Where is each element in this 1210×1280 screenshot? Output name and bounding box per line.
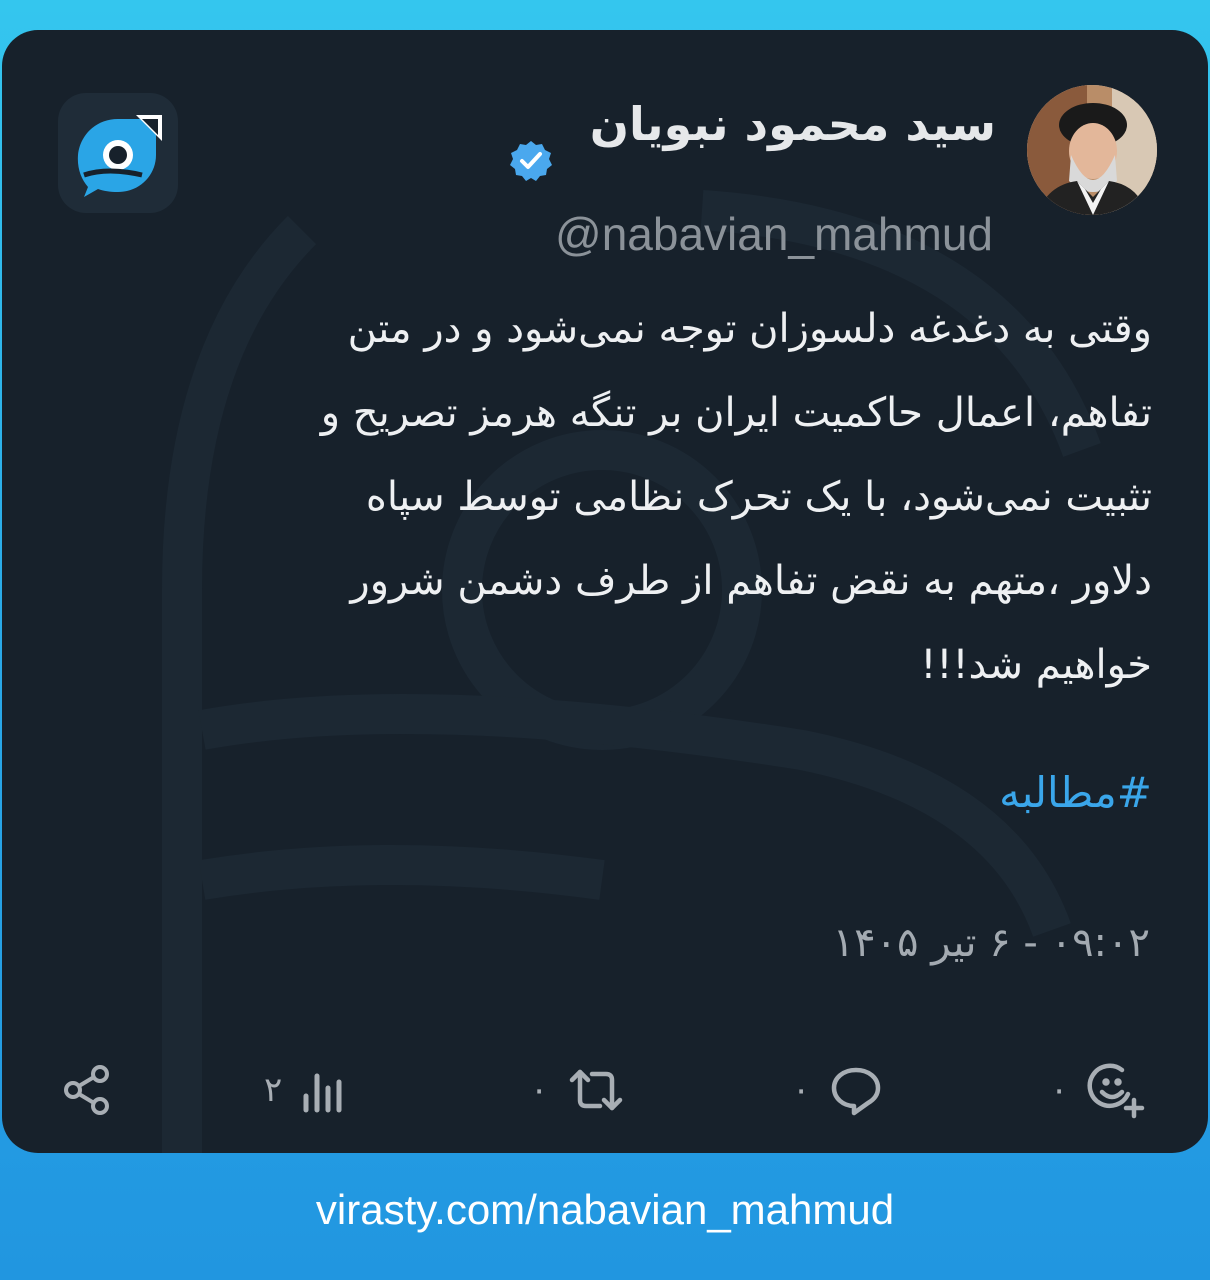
author-handle[interactable]: @nabavian_mahmud <box>555 204 993 264</box>
action-bar: ۲ ۰ ۰ ۰ <box>2 1050 1208 1130</box>
repost-button[interactable]: ۰ <box>530 1050 626 1130</box>
react-count: ۰ <box>1050 1070 1069 1110</box>
hashtag-link[interactable]: #مطالبه <box>999 757 1152 829</box>
share-button[interactable] <box>62 1050 114 1130</box>
share-icon <box>64 1065 109 1115</box>
post-timestamp: ۰۹:۰۲ - ۶ تیر ۱۴۰۵ <box>832 920 1150 966</box>
avatar[interactable] <box>1027 85 1157 215</box>
repost-icon <box>570 1069 623 1111</box>
add-reaction-icon <box>1087 1063 1145 1119</box>
views-count: ۲ <box>264 1070 283 1110</box>
verified-badge-icon <box>510 141 552 181</box>
repost-count: ۰ <box>530 1070 549 1110</box>
comment-icon <box>832 1067 881 1116</box>
reply-count: ۰ <box>792 1070 811 1110</box>
bar-chart-icon <box>303 1073 342 1113</box>
views-button[interactable]: ۲ <box>264 1050 344 1130</box>
post-card: سید محمود نبویان @nabavian_mahmud وقتی ب… <box>2 30 1208 1153</box>
reply-button[interactable]: ۰ <box>792 1050 884 1130</box>
post-text: وقتی به دغدغه دلسوزان توجه نمی‌شود و در … <box>320 306 1152 688</box>
author-name[interactable]: سید محمود نبویان <box>590 94 996 154</box>
profile-url[interactable]: virasty.com/nabavian_mahmud <box>0 1180 1210 1240</box>
virasty-app-icon <box>58 93 178 213</box>
react-button[interactable]: ۰ <box>1050 1050 1146 1130</box>
